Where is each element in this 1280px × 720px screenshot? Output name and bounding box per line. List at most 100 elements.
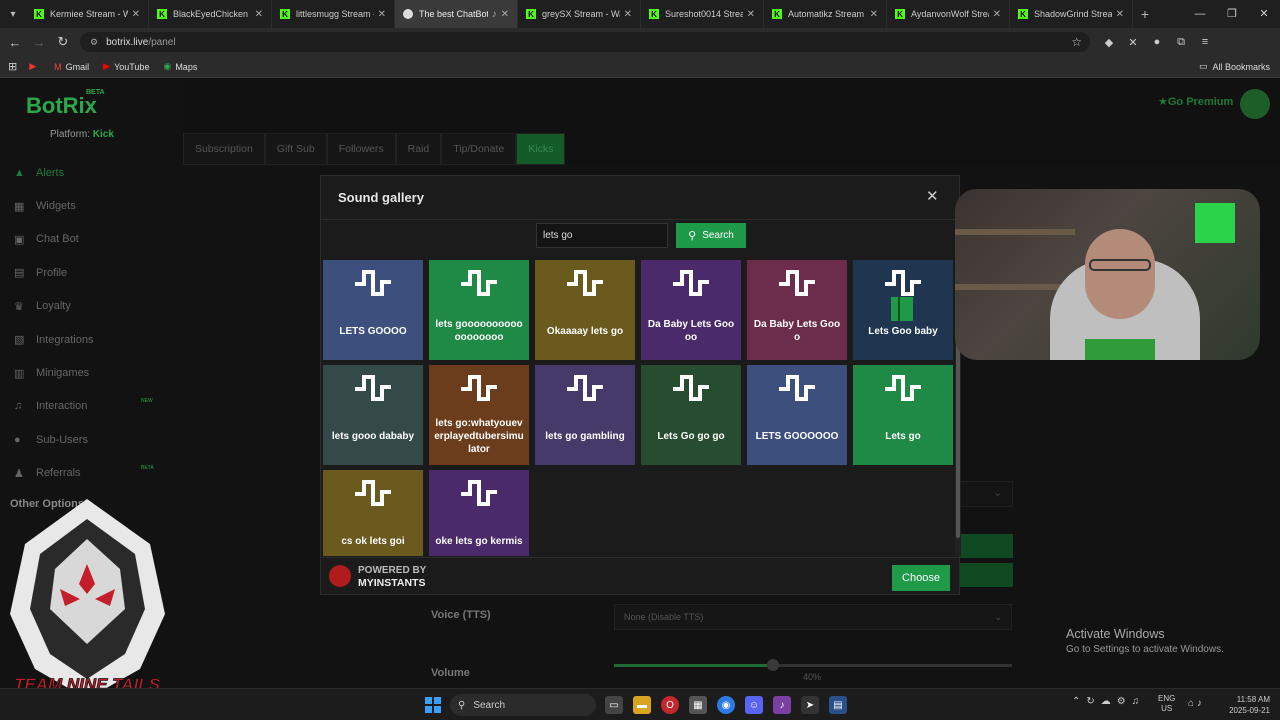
sidebar-item-sub-users[interactable]: ● Sub-Users	[14, 423, 174, 456]
browser-tab[interactable]: K ShadowGrind Stream ✕	[1010, 0, 1133, 28]
site-info-icon[interactable]: ⚙	[90, 37, 98, 48]
chrome-icon[interactable]: ◉	[717, 696, 735, 714]
close-tab-icon[interactable]: ✕	[1116, 9, 1124, 20]
alert-dropdown[interactable]: ⌄	[955, 481, 1013, 507]
sidebar-item-widgets[interactable]: ▦ Widgets	[14, 189, 174, 222]
audio-playing-icon[interactable]: ♪	[492, 9, 497, 20]
browser-tab[interactable]: K Automatikz Stream - ✕	[764, 0, 887, 28]
close-tab-icon[interactable]: ✕	[624, 9, 632, 20]
close-icon[interactable]: ✕	[926, 187, 939, 205]
app-icon[interactable]: ♪	[773, 696, 791, 714]
browser-tab[interactable]: K Kermiee Stream - W ✕	[26, 0, 149, 28]
sound-card[interactable]: Lets Go go go	[641, 365, 741, 465]
sound-card[interactable]: LETS GOOOO	[323, 260, 423, 360]
new-tab-icon[interactable]: +	[1133, 6, 1157, 22]
apps-grid-icon[interactable]: ⊞	[8, 60, 17, 73]
taskbar-search[interactable]: ⚲ Search	[450, 694, 596, 716]
file-explorer-icon[interactable]: ▬	[633, 696, 651, 714]
close-tab-icon[interactable]: ✕	[747, 9, 755, 20]
sidebar-item-profile[interactable]: ▤ Profile	[14, 256, 174, 289]
app-icon[interactable]: ▤	[829, 696, 847, 714]
browser-tab[interactable]: K AydanvonWolf Stream ✕	[887, 0, 1010, 28]
sidebar-item-loyalty[interactable]: ♛ Loyalty	[14, 290, 174, 323]
browser-tab[interactable]: Klittlesmugg Stream - ✕	[272, 0, 395, 28]
volume-slider-track[interactable]	[774, 664, 1012, 667]
tab-gift-sub[interactable]: Gift Sub	[264, 133, 327, 165]
all-bookmarks[interactable]: ▭ All Bookmarks	[1199, 61, 1270, 72]
extension-icon[interactable]: ✕	[1124, 33, 1142, 51]
bookmark-youtube[interactable]: ▶ YouTube	[103, 61, 149, 72]
sound-card[interactable]: Lets Goo baby	[853, 260, 953, 360]
close-tab-icon[interactable]: ✕	[501, 9, 509, 20]
task-view-icon[interactable]: ▭	[605, 696, 623, 714]
tray-chevron-icon[interactable]: ⌃	[1072, 696, 1080, 707]
restore-icon[interactable]: ❐	[1216, 0, 1248, 28]
tray-icon[interactable]: ↻	[1086, 696, 1094, 707]
choose-button[interactable]: Choose	[892, 565, 950, 591]
sidebar-item-alerts[interactable]: ▲ Alerts	[14, 156, 174, 189]
playing-indicator-icon[interactable]	[891, 297, 913, 321]
puzzle-icon[interactable]: ⧉	[1172, 33, 1190, 51]
windows-start-icon[interactable]	[425, 697, 441, 713]
app-icon[interactable]: ➤	[801, 696, 819, 714]
search-button[interactable]: ⚲ Search	[676, 223, 746, 248]
close-tab-icon[interactable]: ✕	[870, 9, 878, 20]
sound-card[interactable]: lets gooo dababy	[323, 365, 423, 465]
reload-icon[interactable]: ↻	[51, 34, 75, 50]
sidebar-item-minigames[interactable]: ▥ Minigames	[14, 356, 174, 389]
tab-search-icon[interactable]: ▾	[0, 0, 26, 28]
language-indicator[interactable]: ENG US	[1158, 694, 1175, 714]
back-icon[interactable]: ←	[3, 35, 27, 50]
go-premium-button[interactable]: ★Go Premium	[1158, 95, 1233, 108]
opera-icon[interactable]: O	[661, 696, 679, 714]
sound-card[interactable]: lets go gambling	[535, 365, 635, 465]
sound-card[interactable]: Okaaaay lets go	[535, 260, 635, 360]
sound-card[interactable]: lets go:whatyoueverplayedtubersimulator	[429, 365, 529, 465]
sound-card[interactable]: LETS GOOOOOO	[747, 365, 847, 465]
tray-icon[interactable]: ⚙	[1117, 696, 1126, 707]
bookmark-unknown[interactable]: ▶	[29, 61, 40, 72]
forward-icon[interactable]: →	[27, 35, 51, 50]
bookmark-star-icon[interactable]: ☆	[1071, 35, 1082, 49]
url-field[interactable]: ⚙ botrix.live/panel ☆	[80, 32, 1090, 52]
close-tab-icon[interactable]: ✕	[255, 9, 263, 20]
tab-raid[interactable]: Raid	[395, 133, 442, 165]
clock[interactable]: 11:58 AM 2025-09-21	[1222, 694, 1270, 716]
sound-action-buttons[interactable]	[955, 563, 1013, 587]
sound-action-buttons[interactable]	[955, 534, 1013, 558]
close-window-icon[interactable]: ✕	[1248, 0, 1280, 28]
tab-kicks[interactable]: Kicks	[516, 133, 566, 165]
volume-slider-handle[interactable]	[767, 659, 779, 671]
sound-card[interactable]: lets goooooooooooooooooo	[429, 260, 529, 360]
sound-search-input[interactable]	[536, 223, 668, 248]
discord-icon[interactable]: ☺	[745, 696, 763, 714]
mic-icon[interactable]: ♫	[1132, 696, 1140, 707]
sound-card[interactable]: Da Baby Lets Gooo	[747, 260, 847, 360]
sidebar-item-interaction[interactable]: ♫ Interaction NEW	[14, 390, 174, 423]
close-tab-icon[interactable]: ✕	[132, 9, 140, 20]
user-avatar[interactable]	[1240, 89, 1270, 119]
sound-card[interactable]: Lets go	[853, 365, 953, 465]
close-tab-icon[interactable]: ✕	[993, 9, 1001, 20]
sidebar-item-integrations[interactable]: ▧ Integrations	[14, 323, 174, 356]
extension-icon[interactable]: ●	[1148, 33, 1166, 51]
browser-tab[interactable]: K BlackEyedChicken St ✕	[149, 0, 272, 28]
volume-slider-fill[interactable]	[614, 664, 774, 667]
browser-tab[interactable]: KgreySX Stream - Wat ✕	[518, 0, 641, 28]
sidebar-item-referrals[interactable]: ♟ Referrals BETA	[14, 457, 174, 490]
voice-tts-select[interactable]: None (Disable TTS) ⌄	[614, 604, 1012, 630]
sound-card[interactable]: oke lets go kermis	[429, 470, 529, 556]
bookmark-maps[interactable]: ◉ Maps	[163, 61, 197, 72]
browser-tab[interactable]: The best ChatBot ♪ ✕	[395, 0, 518, 28]
media-icon[interactable]: ≡	[1196, 33, 1214, 51]
sidebar-item-chat-bot[interactable]: ▣ Chat Bot	[14, 223, 174, 256]
tab-followers[interactable]: Followers	[326, 133, 396, 165]
minimize-icon[interactable]: —	[1184, 0, 1216, 28]
extension-icon[interactable]: ◆	[1100, 33, 1118, 51]
close-tab-icon[interactable]: ✕	[378, 9, 386, 20]
sound-card[interactable]: Da Baby Lets Goooo	[641, 260, 741, 360]
sound-card[interactable]: cs ok lets goi	[323, 470, 423, 556]
bookmark-gmail[interactable]: M Gmail	[54, 61, 89, 72]
tab-tip-donate[interactable]: Tip/Donate	[441, 133, 517, 165]
store-icon[interactable]: ▦	[689, 696, 707, 714]
